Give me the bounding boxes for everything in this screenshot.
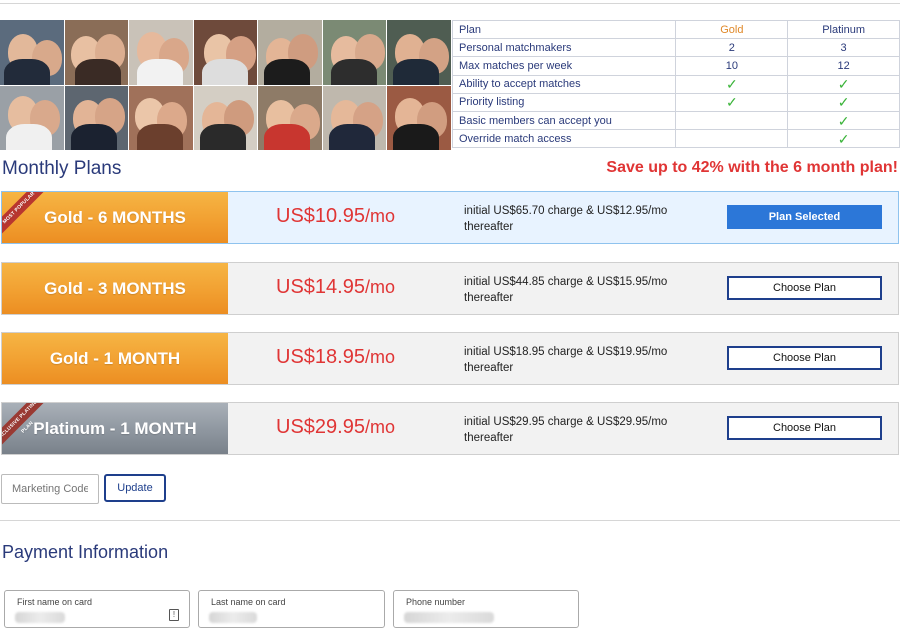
phone-number-field[interactable]: Phone number [393, 590, 579, 628]
couple-photo [193, 85, 258, 150]
couple-photo [129, 85, 193, 150]
monthly-plans-title: Monthly Plans [2, 158, 122, 179]
couple-photo [387, 20, 451, 85]
plan-option-platinum-1-month[interactable]: Platinum - 1 MONTH EXCLUSIVE PLATINUM PL… [1, 402, 899, 455]
plan-header: Plan [451, 19, 676, 40]
plan-price: US$18.95/mo [276, 346, 395, 369]
plan-terms: initial US$65.70 charge & US$12.95/mo th… [464, 205, 668, 233]
checkmark-icon: ✓ [787, 92, 900, 112]
table-header-row: Plan Gold Platinum [451, 19, 900, 40]
couple-photo [0, 85, 64, 150]
table-row: Basic members can accept you ✓ [451, 110, 900, 131]
couple-photo [322, 85, 387, 150]
most-popular-ribbon: MOST POPULAR [2, 192, 46, 235]
choose-plan-button[interactable]: Choose Plan [727, 346, 882, 370]
redacted-value [404, 612, 494, 623]
plan-name-badge: Gold - 3 MONTHS [2, 263, 228, 314]
price-period: /mo [364, 206, 395, 226]
price-period: /mo [364, 417, 395, 437]
top-divider [0, 3, 900, 4]
plan-features-table: Plan Gold Platinum Personal matchmakers … [451, 19, 900, 149]
price-amount: US$10.95 [276, 205, 365, 227]
plan-terms: initial US$44.85 charge & US$15.95/mo th… [464, 276, 668, 304]
table-row: Max matches per week 10 12 [451, 56, 900, 76]
table-row: Personal matchmakers 2 3 [451, 38, 900, 58]
couple-photo [129, 20, 193, 85]
choose-plan-button[interactable]: Choose Plan [727, 416, 882, 440]
feature-label: Override match access [451, 129, 676, 149]
price-amount: US$29.95 [276, 416, 365, 438]
platinum-header: Platinum [787, 19, 900, 40]
couple-photo [258, 20, 322, 85]
gold-value: 10 [675, 56, 789, 76]
table-row: Override match access ✓ [451, 129, 900, 149]
plan-name: Platinum - 1 MONTH [33, 418, 197, 438]
plan-terms: initial US$18.95 charge & US$19.95/mo th… [464, 346, 668, 374]
couple-photo [64, 85, 129, 150]
plan-terms: initial US$29.95 charge & US$29.95/mo th… [464, 416, 668, 444]
couple-photo [387, 85, 451, 150]
table-row: Priority listing ✓ ✓ [451, 92, 900, 112]
feature-label: Priority listing [451, 92, 676, 112]
last-name-label: Last name on card [211, 597, 286, 607]
couple-photo [64, 20, 129, 85]
redacted-value [209, 612, 257, 623]
first-name-label: First name on card [17, 597, 93, 607]
platinum-value: 3 [787, 38, 900, 58]
feature-label: Max matches per week [451, 56, 676, 76]
price-amount: US$14.95 [276, 276, 365, 298]
last-name-field[interactable]: Last name on card [198, 590, 385, 628]
checkmark-icon: ✓ [787, 110, 900, 131]
savings-banner: Save up to 42% with the 6 month plan! [606, 159, 898, 176]
redacted-value [15, 612, 65, 623]
plan-name: Gold - 3 MONTHS [44, 278, 186, 298]
feature-label: Basic members can accept you [451, 110, 676, 131]
plan-option-gold-1-month[interactable]: Gold - 1 MONTH US$18.95/mo initial US$18… [1, 332, 899, 385]
marketing-code-input[interactable] [1, 474, 99, 504]
plan-price: US$14.95/mo [276, 276, 395, 299]
update-button[interactable]: Update [104, 474, 166, 502]
plan-name-badge: Platinum - 1 MONTH EXCLUSIVE PLATINUM PL… [2, 403, 228, 454]
checkmark-icon: ✓ [675, 92, 789, 112]
plan-name-badge: Gold - 6 MONTHS MOST POPULAR [2, 192, 228, 243]
couples-photo-mosaic [0, 20, 451, 150]
plan-selected-button[interactable]: Plan Selected [727, 205, 882, 229]
contact-card-icon[interactable]: ! [169, 609, 179, 621]
checkmark-icon: ✓ [675, 74, 789, 94]
feature-label: Personal matchmakers [451, 38, 676, 58]
plan-name-badge: Gold - 1 MONTH [2, 333, 228, 384]
feature-label: Ability to accept matches [451, 74, 676, 94]
gold-value [675, 129, 789, 149]
choose-plan-button[interactable]: Choose Plan [727, 276, 882, 300]
plan-price: US$10.95/mo [276, 205, 395, 228]
plan-option-gold-3-months[interactable]: Gold - 3 MONTHS US$14.95/mo initial US$4… [1, 262, 899, 315]
plan-price: US$29.95/mo [276, 416, 395, 439]
gold-value [675, 110, 789, 131]
couple-photo [322, 20, 387, 85]
checkmark-icon: ✓ [787, 129, 900, 149]
payment-information-title: Payment Information [2, 542, 169, 562]
price-period: /mo [364, 277, 395, 297]
gold-value: 2 [675, 38, 789, 58]
price-period: /mo [364, 347, 395, 367]
table-row: Ability to accept matches ✓ ✓ [451, 74, 900, 94]
phone-number-label: Phone number [406, 597, 466, 607]
couple-photo [258, 85, 322, 150]
gold-header: Gold [675, 19, 789, 40]
plan-name: Gold - 1 MONTH [49, 348, 181, 368]
plan-option-gold-6-months[interactable]: Gold - 6 MONTHS MOST POPULAR US$10.95/mo… [1, 191, 899, 244]
couple-photo [0, 20, 64, 85]
section-divider [0, 520, 900, 521]
checkmark-icon: ✓ [787, 74, 900, 94]
first-name-field[interactable]: First name on card ! [4, 590, 190, 628]
platinum-value: 12 [787, 56, 900, 76]
plan-name: Gold - 6 MONTHS [44, 207, 186, 227]
price-amount: US$18.95 [276, 346, 365, 368]
couple-photo [193, 20, 258, 85]
